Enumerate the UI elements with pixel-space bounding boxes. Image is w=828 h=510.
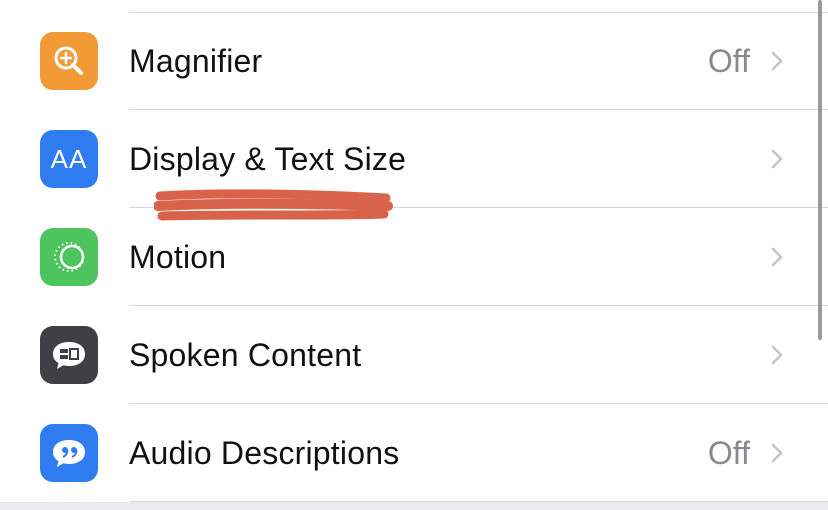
chevron-right-icon xyxy=(771,345,783,365)
row-display-text-size[interactable]: AA Display & Text Size xyxy=(0,110,828,208)
settings-list: Magnifier Off AA Display & Text Size Mot… xyxy=(0,0,828,502)
text-size-glyph: AA xyxy=(50,143,88,174)
scrollbar[interactable] xyxy=(818,0,822,340)
row-label: Spoken Content xyxy=(129,337,362,373)
row-magnifier[interactable]: Magnifier Off xyxy=(0,12,828,110)
text-size-icon: AA xyxy=(40,130,98,188)
motion-icon xyxy=(40,228,98,286)
chevron-right-icon xyxy=(771,149,783,169)
magnifier-icon xyxy=(40,32,98,90)
row-audio-descriptions[interactable]: Audio Descriptions Off xyxy=(0,404,828,502)
chevron-right-icon xyxy=(771,247,783,267)
chevron-right-icon xyxy=(771,51,783,71)
row-spoken-content[interactable]: Spoken Content xyxy=(0,306,828,404)
row-value: Off xyxy=(707,43,750,79)
row-label: Audio Descriptions xyxy=(129,435,400,471)
row-value: Off xyxy=(707,435,750,471)
spoken-content-icon xyxy=(40,326,98,384)
highlight-underline xyxy=(154,189,393,221)
row-motion[interactable]: Motion xyxy=(0,208,828,306)
bottom-strip xyxy=(0,502,828,510)
chevron-right-icon xyxy=(771,443,783,463)
row-label: Magnifier xyxy=(129,43,263,79)
audio-descriptions-icon xyxy=(40,424,98,482)
